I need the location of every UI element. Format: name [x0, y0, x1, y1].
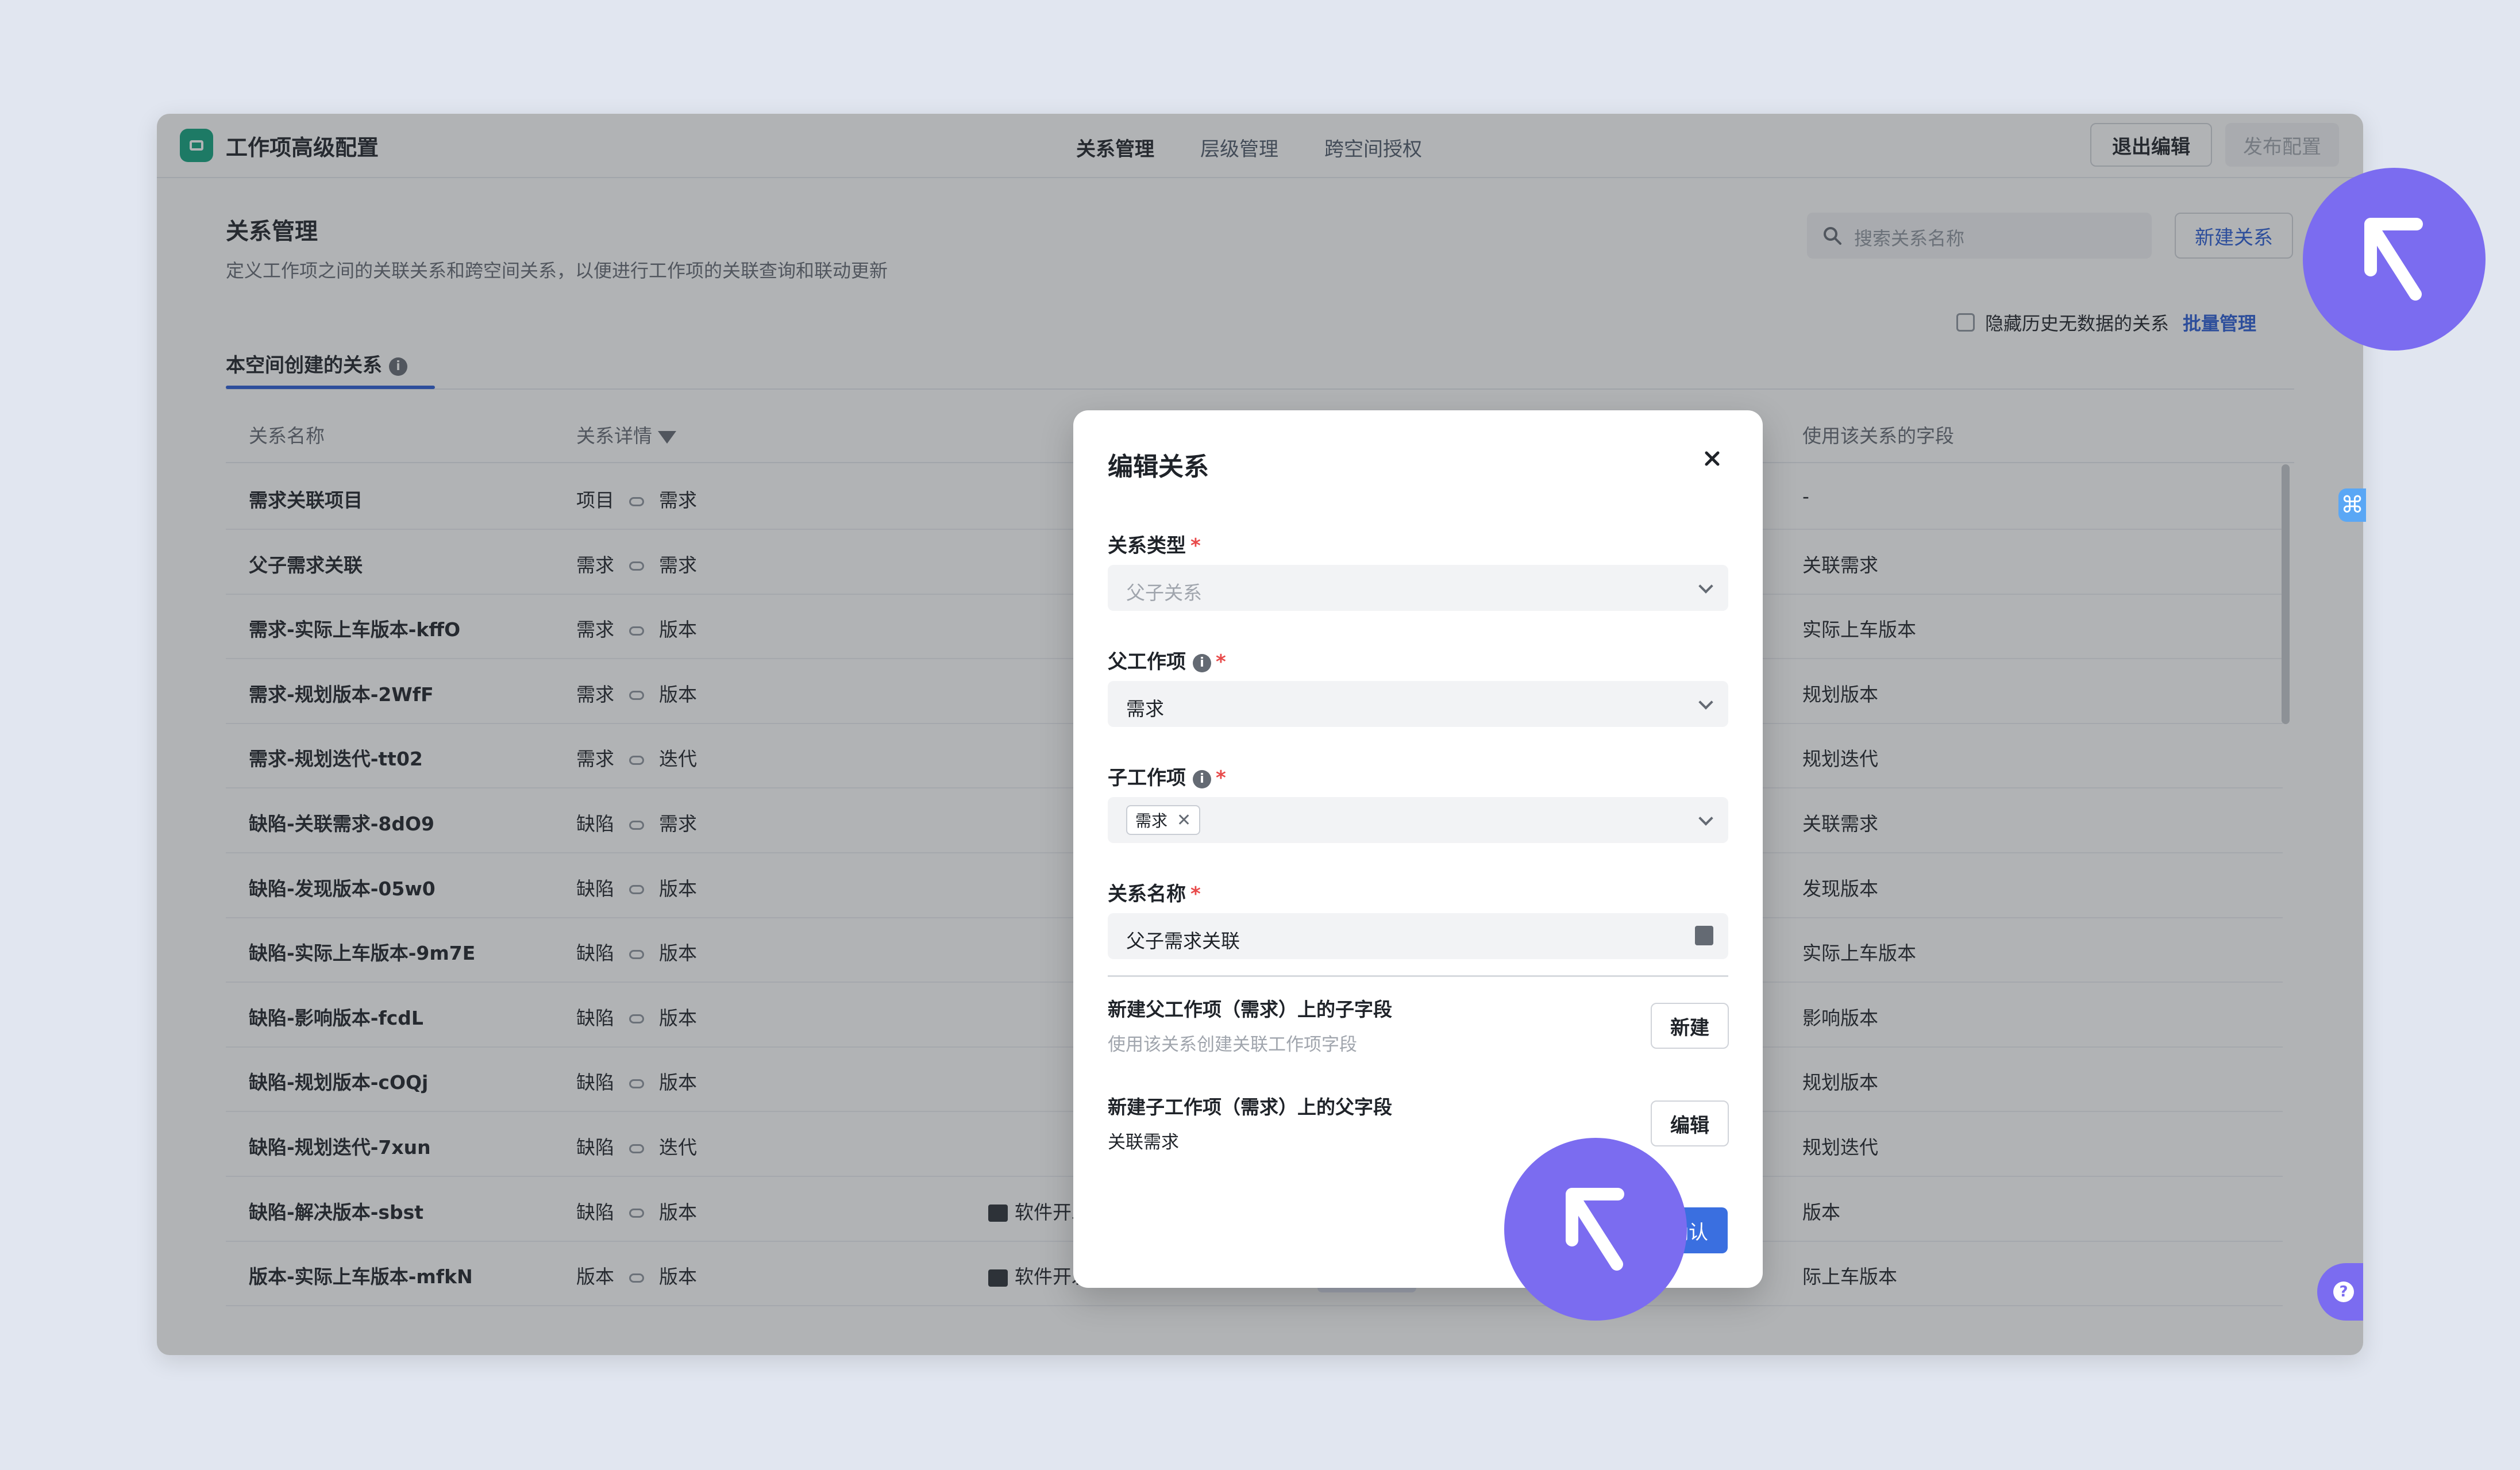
relation-name-label: 关系名称 *: [1108, 878, 1201, 906]
relation-name-input[interactable]: 父子需求关联: [1108, 913, 1728, 959]
chevron-down-icon: [1698, 811, 1713, 826]
child-item-select[interactable]: 需求 ✕: [1108, 797, 1728, 843]
child-field-desc: 关联需求: [1108, 1132, 1179, 1153]
dialog-divider: [1108, 975, 1728, 977]
relation-name-value: 父子需求关联: [1126, 930, 1240, 952]
cursor-pointer-icon: [2303, 168, 2486, 351]
parent-item-value: 需求: [1126, 698, 1164, 720]
required-mark: *: [1216, 651, 1226, 674]
close-icon[interactable]: [1700, 446, 1725, 471]
required-mark: *: [1216, 767, 1226, 790]
chevron-down-icon: [1698, 695, 1713, 710]
child-item-label: 子工作项 i *: [1108, 762, 1226, 790]
required-mark: *: [1190, 883, 1201, 906]
parent-field-title: 新建父工作项（需求）上的子字段: [1108, 998, 1392, 1021]
parent-item-label-text: 父工作项: [1108, 651, 1186, 674]
app-window: 工作项高级配置 关系管理 层级管理 跨空间授权 退出编辑 发布配置 关系管理 定…: [157, 114, 2363, 1355]
info-icon: i: [1193, 769, 1211, 788]
command-shortcut-icon[interactable]: ⌘: [2338, 488, 2366, 522]
relation-type-label-text: 关系类型: [1108, 534, 1186, 557]
relation-type-value: 父子关系: [1126, 582, 1202, 604]
relation-type-label: 关系类型 *: [1108, 530, 1201, 558]
required-mark: *: [1190, 534, 1201, 557]
parent-item-label: 父工作项 i *: [1108, 646, 1226, 674]
child-item-tag-label: 需求: [1135, 811, 1168, 830]
relation-name-label-text: 关系名称: [1108, 883, 1186, 906]
edit-icon[interactable]: [1695, 926, 1713, 945]
relation-type-select[interactable]: 父子关系: [1108, 565, 1728, 611]
parent-field-desc: 使用该关系创建关联工作项字段: [1108, 1034, 1357, 1055]
cursor-pointer-icon: [1504, 1138, 1687, 1321]
child-item-tag: 需求 ✕: [1126, 805, 1201, 835]
chevron-down-icon: [1698, 579, 1713, 594]
tag-remove-icon[interactable]: ✕: [1177, 810, 1191, 830]
info-icon: i: [1193, 653, 1211, 672]
new-parent-field-button[interactable]: 新建: [1651, 1003, 1729, 1049]
parent-item-select[interactable]: 需求: [1108, 681, 1728, 727]
child-item-label-text: 子工作项: [1108, 767, 1186, 790]
dialog-title: 编辑关系: [1108, 452, 1209, 482]
child-field-title: 新建子工作项（需求）上的父字段: [1108, 1096, 1392, 1118]
